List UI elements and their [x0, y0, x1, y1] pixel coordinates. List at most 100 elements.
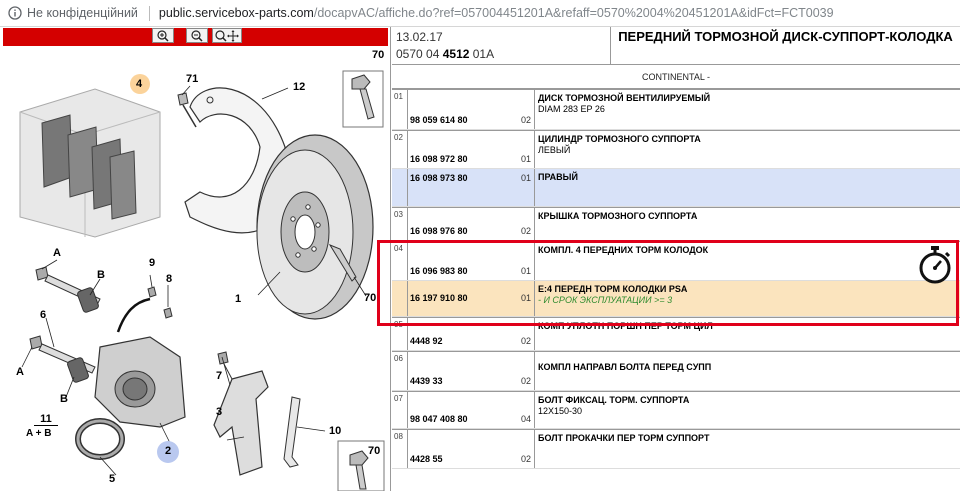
- url-host[interactable]: public.servicebox-parts.com: [159, 6, 314, 20]
- brake-caliper[interactable]: [94, 336, 186, 428]
- quantity: 02: [521, 454, 532, 464]
- part-description: ДИСК ТОРМОЗНОЙ ВЕНТИЛИРУЕМЫЙ: [538, 93, 711, 103]
- quantity: 02: [521, 115, 532, 125]
- guide-bolt-lower[interactable]: [29, 335, 96, 383]
- callout-11[interactable]: 11: [34, 413, 58, 426]
- stopwatch-icon[interactable]: [917, 245, 953, 285]
- part-detail: 12X150-30: [538, 406, 583, 416]
- quantity: 01: [521, 266, 532, 276]
- part-description: БОЛТ ФИКСАЦ. ТОРМ. СУППОРТА: [538, 395, 690, 405]
- table-row[interactable]: 03 16 098 976 80 02 КРЫШКА ТОРМОЗНОГО СУ…: [392, 207, 960, 241]
- callout-a-lower[interactable]: A: [16, 366, 24, 378]
- table-row[interactable]: 16 197 910 80 01 E:4 ПЕРЕДН ТОРМ КОЛОДКИ…: [392, 281, 960, 317]
- table-row[interactable]: 08 4428 55 02 БОЛТ ПРОКАЧКИ ПЕР ТОРМ СУП…: [392, 429, 960, 469]
- part-description: КОМПЛ. 4 ПЕРЕДНИХ ТОРМ КОЛОДОК: [538, 245, 709, 255]
- piston-seal[interactable]: [75, 418, 125, 460]
- part-description: КРЫШКА ТОРМОЗНОГО СУППОРТА: [538, 211, 698, 221]
- part-number[interactable]: 4428 55: [410, 454, 443, 464]
- brake-disc[interactable]: [256, 134, 374, 320]
- table-row[interactable]: 01 98 059 614 80 02 ДИСК ТОРМОЗНОЙ ВЕНТИ…: [392, 89, 960, 130]
- callout-a-plus-b: A + B: [26, 428, 52, 439]
- callout-3[interactable]: 3: [216, 406, 222, 418]
- part-number[interactable]: 98 059 614 80: [410, 115, 468, 125]
- callout-71[interactable]: 71: [186, 73, 198, 85]
- row-index: [392, 169, 408, 206]
- ref-bold: 4512: [442, 47, 470, 61]
- callout-9[interactable]: 9: [149, 257, 155, 269]
- callout-12[interactable]: 12: [293, 81, 305, 93]
- callout-5[interactable]: 5: [109, 473, 115, 485]
- url-path[interactable]: /docapvAC/affiche.do?ref=057004451201A&r…: [314, 6, 834, 20]
- part-detail: - И СРОК ЭКСПЛУАТАЦИИ >= 3: [538, 295, 673, 305]
- part-number[interactable]: 16 098 976 80: [410, 226, 468, 236]
- exploded-diagram-panel: 70 71 12 4 1 70 9 8 A B 6 A B 11 A + B 5…: [0, 27, 391, 491]
- part-number[interactable]: 16 096 983 80: [410, 266, 468, 276]
- brake-pads-kit[interactable]: [19, 88, 161, 238]
- table-row[interactable]: 05 4448 92 02 КОМП УПЛОТН ПОРШН ПЕР ТОРМ…: [392, 317, 960, 351]
- quantity: 02: [521, 336, 532, 346]
- row-index: 08: [392, 430, 408, 468]
- callout-2[interactable]: 2: [165, 445, 171, 457]
- page-title: ПЕРЕДНИЙ ТОРМОЗНОЙ ДИСК-СУППОРТ-КОЛОДКА: [618, 29, 953, 44]
- table-row[interactable]: 02 16 098 972 80 01 ЦИЛИНДР ТОРМОЗНОГО С…: [392, 130, 960, 169]
- part-description: КОМП УПЛОТН ПОРШН ПЕР ТОРМ ЦИЛ: [538, 321, 713, 331]
- row-index: 06: [392, 352, 408, 390]
- part-description: E:4 ПЕРЕДН ТОРМ КОЛОДКИ PSA: [538, 284, 688, 294]
- row-index: 02: [392, 131, 408, 168]
- bolt-70-top[interactable]: [342, 70, 384, 128]
- anti-rattle-spring[interactable]: [283, 396, 301, 468]
- part-description: ПРАВЫЙ: [538, 172, 578, 182]
- part-number[interactable]: 4439 33: [410, 376, 443, 386]
- part-detail: DIAM 283 EP 26: [538, 104, 605, 114]
- callout-a-upper[interactable]: A: [53, 247, 61, 259]
- row-index: 04: [392, 242, 408, 280]
- callout-4[interactable]: 4: [136, 78, 142, 90]
- row-index: 07: [392, 392, 408, 428]
- part-number[interactable]: 16 098 972 80: [410, 154, 468, 164]
- table-row[interactable]: 04 16 096 983 80 01 КОМПЛ. 4 ПЕРЕДНИХ ТО…: [392, 241, 960, 281]
- callout-b-upper[interactable]: B: [97, 269, 105, 281]
- catalog-reference: 0570 04 4512 01A: [396, 47, 494, 61]
- part-description: ЦИЛИНДР ТОРМОЗНОГО СУППОРТА: [538, 134, 701, 144]
- row-index: [392, 281, 408, 316]
- part-number[interactable]: 4448 92: [410, 336, 443, 346]
- table-header: 13.02.17 0570 04 4512 01A ПЕРЕДНИЙ ТОРМО…: [392, 27, 960, 65]
- quantity: 02: [521, 226, 532, 236]
- table-row[interactable]: 06 4439 33 02 КОМПЛ НАПРАВЛ БОЛТА ПЕРЕД …: [392, 351, 960, 391]
- part-number[interactable]: 16 098 973 80: [410, 173, 468, 183]
- bolt-71[interactable]: [177, 92, 189, 106]
- parts-list: 01 98 059 614 80 02 ДИСК ТОРМОЗНОЙ ВЕНТИ…: [392, 89, 960, 469]
- address-separator: [148, 5, 150, 21]
- quantity: 02: [521, 376, 532, 386]
- callout-70-disc[interactable]: 70: [364, 292, 376, 304]
- ref-prefix: 0570 04: [396, 47, 443, 61]
- part-number[interactable]: 16 197 910 80: [410, 293, 468, 303]
- quantity: 01: [521, 173, 532, 183]
- callout-b-lower[interactable]: B: [60, 393, 68, 405]
- parts-table-panel: 13.02.17 0570 04 4512 01A ПЕРЕДНИЙ ТОРМО…: [392, 27, 960, 491]
- brake-hose: [116, 297, 151, 333]
- table-row[interactable]: 07 98 047 408 80 04 БОЛТ ФИКСАЦ. ТОРМ. С…: [392, 391, 960, 429]
- info-icon[interactable]: [8, 6, 22, 20]
- quantity: 04: [521, 414, 532, 424]
- address-bar[interactable]: Не конфіденційний public.servicebox-part…: [0, 0, 960, 27]
- row-index: 03: [392, 208, 408, 240]
- quantity: 01: [521, 293, 532, 303]
- part-number[interactable]: 98 047 408 80: [410, 414, 468, 424]
- quantity: 01: [521, 154, 532, 164]
- callout-1[interactable]: 1: [235, 293, 241, 305]
- part-description: КОМПЛ НАПРАВЛ БОЛТА ПЕРЕД СУПП: [538, 362, 712, 372]
- part-detail: ЛЕВЫЙ: [538, 145, 571, 155]
- callout-70-top[interactable]: 70: [372, 49, 384, 61]
- callout-7[interactable]: 7: [216, 370, 222, 382]
- guide-bolt-upper[interactable]: [35, 266, 101, 313]
- table-row[interactable]: 16 098 973 80 01 ПРАВЫЙ: [392, 169, 960, 207]
- callout-8[interactable]: 8: [166, 273, 172, 285]
- catalog-date: 13.02.17: [396, 30, 443, 44]
- part-description: БОЛТ ПРОКАЧКИ ПЕР ТОРМ СУППОРТ: [538, 433, 710, 443]
- callout-10[interactable]: 10: [329, 425, 341, 437]
- ref-suffix: 01A: [469, 47, 495, 61]
- security-label: Не конфіденційний: [27, 6, 138, 20]
- callout-6[interactable]: 6: [40, 309, 46, 321]
- callout-70-bottom[interactable]: 70: [368, 445, 380, 457]
